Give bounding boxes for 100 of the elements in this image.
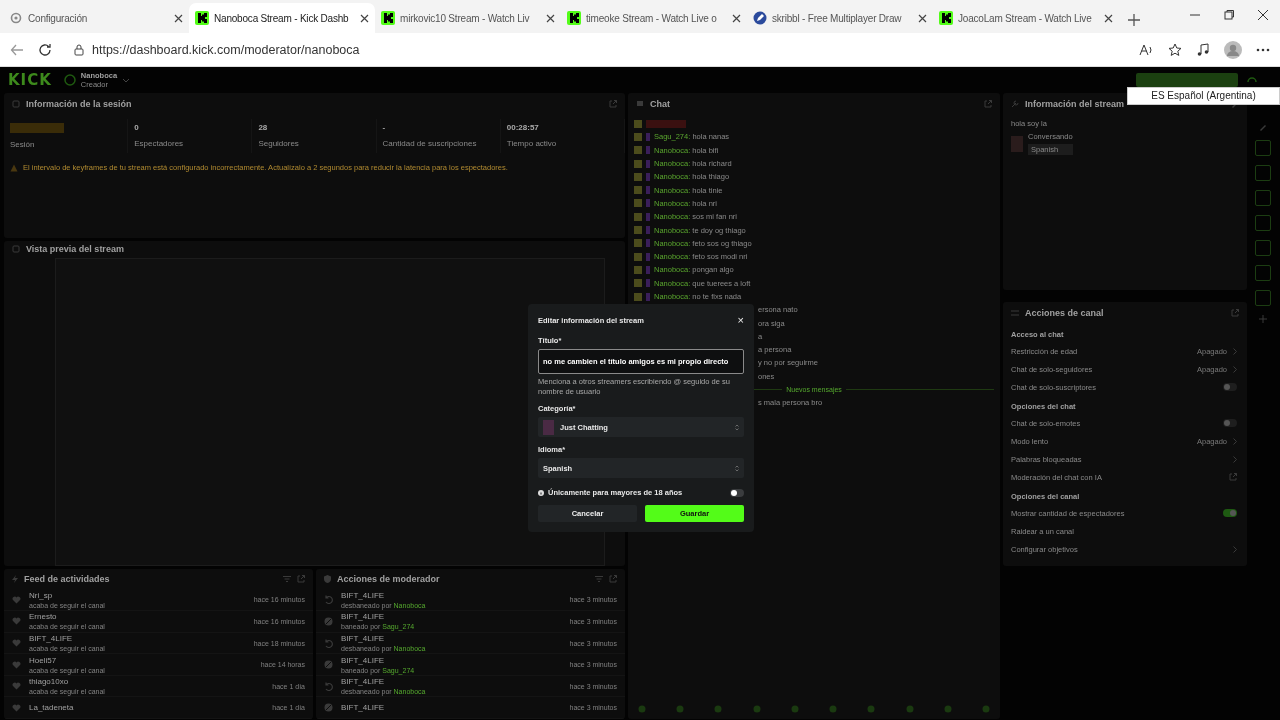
close-icon[interactable] bbox=[918, 13, 927, 23]
username: BIFT_4LIFE bbox=[341, 677, 386, 687]
channel-avatar-icon bbox=[63, 74, 76, 86]
session-icon bbox=[12, 100, 20, 108]
username: BIFT_4LIFE bbox=[341, 590, 386, 600]
shield-icon bbox=[324, 575, 331, 584]
close-icon[interactable] bbox=[546, 13, 555, 23]
k-logo-icon bbox=[939, 11, 953, 25]
browser-tab[interactable]: timeoke Stream - Watch Live o bbox=[561, 3, 747, 33]
lock-icon bbox=[74, 43, 84, 56]
close-button[interactable]: × bbox=[737, 314, 744, 326]
sidebar-button[interactable] bbox=[1255, 290, 1271, 306]
popout-icon[interactable] bbox=[609, 575, 617, 584]
panel-title: Chat bbox=[650, 99, 670, 109]
toggle-switch[interactable] bbox=[1223, 383, 1237, 391]
language-indicator[interactable]: ES Español (Argentina) bbox=[1128, 88, 1279, 104]
toggle-switch[interactable] bbox=[1223, 419, 1237, 427]
popout-icon[interactable] bbox=[1229, 473, 1237, 481]
browser-tab[interactable]: Configuración bbox=[3, 3, 189, 33]
edit-icon[interactable] bbox=[1259, 123, 1267, 131]
new-tab-icon[interactable] bbox=[1127, 13, 1141, 27]
stat-value: 28 bbox=[258, 123, 269, 132]
sidebar-button[interactable] bbox=[1255, 190, 1271, 206]
close-icon[interactable] bbox=[732, 13, 741, 23]
music-icon[interactable] bbox=[1196, 42, 1210, 57]
username: thiago10xo bbox=[29, 677, 70, 687]
more-icon[interactable] bbox=[1256, 47, 1270, 52]
maximize-icon[interactable] bbox=[1224, 10, 1234, 20]
circle-icon[interactable] bbox=[943, 705, 952, 713]
ban-icon bbox=[324, 703, 333, 713]
category-thumbnail bbox=[1011, 135, 1023, 152]
circle-icon[interactable] bbox=[867, 705, 876, 713]
sidebar-button[interactable] bbox=[1255, 165, 1271, 181]
circle-icon[interactable] bbox=[905, 705, 914, 713]
ban-icon bbox=[324, 616, 333, 626]
browser-tab[interactable]: skribbl - Free Multiplayer Draw bbox=[747, 3, 933, 33]
stat-label: Espectadores bbox=[134, 139, 185, 148]
toggle-switch[interactable] bbox=[1223, 509, 1237, 517]
heart-icon bbox=[12, 595, 21, 604]
stat-value: - bbox=[382, 123, 387, 132]
popout-icon[interactable] bbox=[609, 100, 617, 108]
heart-icon bbox=[12, 639, 21, 647]
undo-icon bbox=[324, 681, 333, 691]
username: Nri_sp bbox=[29, 590, 54, 600]
filter-icon[interactable] bbox=[283, 576, 291, 583]
popout-icon[interactable] bbox=[984, 100, 992, 108]
browser-tab[interactable]: Nanoboca Stream - Kick Dashb bbox=[189, 3, 375, 33]
back-icon[interactable] bbox=[10, 42, 24, 57]
chevron-right-icon bbox=[1233, 437, 1237, 445]
sidebar-button[interactable] bbox=[1255, 265, 1271, 281]
header-action-button[interactable] bbox=[1136, 73, 1238, 87]
panel-title: Información del stream bbox=[1025, 99, 1125, 109]
profile-icon[interactable] bbox=[1224, 40, 1242, 59]
heart-icon bbox=[12, 682, 21, 691]
kick-logo: KICK bbox=[8, 71, 52, 89]
circle-icon[interactable] bbox=[829, 705, 838, 713]
close-icon[interactable] bbox=[174, 13, 183, 23]
preview-icon bbox=[12, 245, 20, 254]
toggle-switch[interactable] bbox=[730, 488, 744, 497]
redacted-message bbox=[646, 119, 686, 128]
filter-icon[interactable] bbox=[595, 576, 603, 583]
category-thumbnail bbox=[543, 419, 554, 435]
url-text: https://dashboard.kick.com/moderator/nanoboca bbox=[92, 42, 360, 57]
k-logo-icon bbox=[567, 11, 581, 25]
undo-icon bbox=[324, 638, 333, 648]
reload-icon[interactable] bbox=[38, 42, 52, 57]
username: Ernesto bbox=[29, 612, 58, 622]
close-icon[interactable] bbox=[1258, 10, 1268, 20]
sidebar-button[interactable] bbox=[1255, 240, 1271, 256]
chevron-down-icon[interactable] bbox=[122, 77, 131, 83]
sidebar-button[interactable] bbox=[1255, 215, 1271, 231]
undo-icon bbox=[324, 595, 333, 605]
k-logo-icon bbox=[381, 11, 395, 25]
browser-tab[interactable]: mirkovic10 Stream - Watch Liv bbox=[375, 3, 561, 33]
chevron-right-icon bbox=[1233, 347, 1237, 355]
ban-icon bbox=[324, 660, 333, 670]
close-icon[interactable] bbox=[360, 13, 369, 23]
username: Hoeli57 bbox=[29, 655, 58, 665]
circle-icon[interactable] bbox=[981, 705, 990, 713]
username: BIFT_4LIFE bbox=[341, 634, 386, 643]
popout-icon[interactable] bbox=[1231, 309, 1239, 317]
stat-label: Tiempo activo bbox=[506, 139, 558, 148]
status-badge bbox=[10, 123, 64, 133]
read-aloud-icon[interactable] bbox=[1138, 42, 1154, 57]
sidebar-button[interactable] bbox=[1255, 140, 1271, 156]
username: BIFT_4LIFE bbox=[29, 634, 74, 643]
chevron-right-icon bbox=[1233, 545, 1237, 553]
wrench-icon bbox=[1011, 100, 1019, 108]
chevron-right-icon bbox=[1233, 365, 1237, 373]
updown-icon bbox=[735, 423, 739, 431]
close-icon[interactable] bbox=[1104, 13, 1113, 23]
username: BIFT_4LIFE bbox=[341, 612, 386, 622]
panel-title: Acciones de canal bbox=[1025, 308, 1104, 318]
browser-tab[interactable]: JoacoLam Stream - Watch Live bbox=[933, 3, 1119, 33]
pencil-icon bbox=[753, 11, 767, 25]
username: BIFT_4LIFE bbox=[341, 655, 386, 665]
popout-icon[interactable] bbox=[297, 575, 305, 584]
updown-icon bbox=[735, 464, 739, 472]
stat-value: 0 bbox=[134, 123, 140, 132]
heart-icon bbox=[12, 660, 21, 669]
